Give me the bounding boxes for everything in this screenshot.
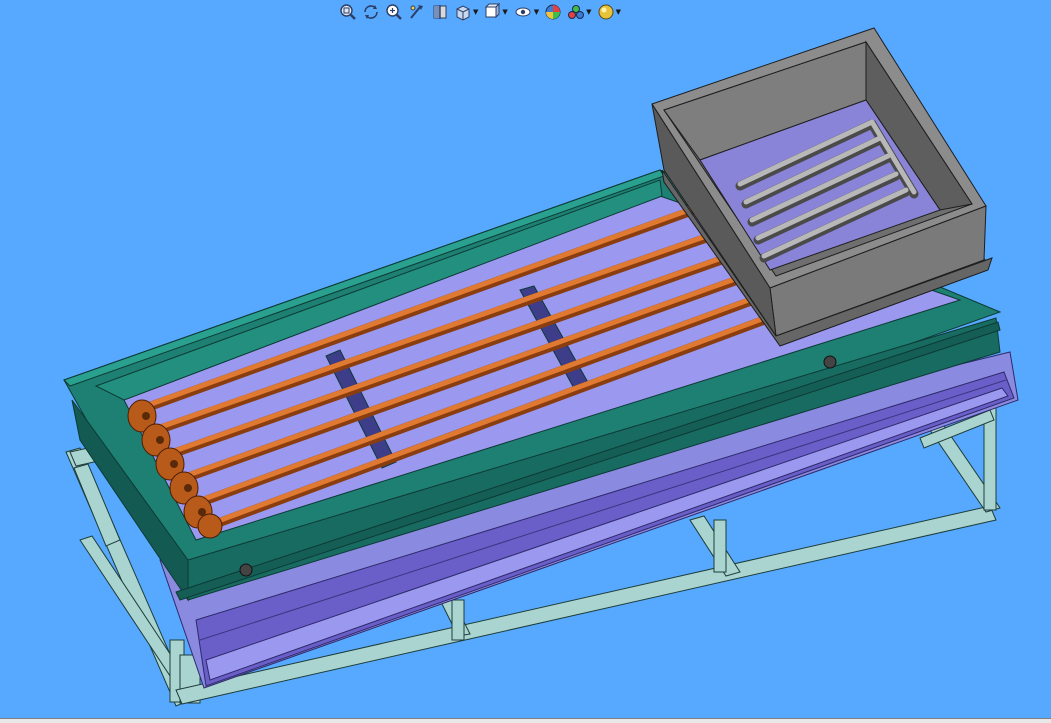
- zoom-to-area-button[interactable]: [384, 1, 404, 23]
- hide-show-items-icon: [515, 7, 531, 17]
- edit-appearance-icon: [545, 4, 561, 20]
- model-view[interactable]: [0, 0, 1051, 718]
- previous-view-icon: [410, 5, 423, 19]
- section-view-icon: [433, 5, 447, 19]
- chevron-down-icon: ▼: [473, 7, 479, 16]
- zoom-to-fit-button[interactable]: [338, 1, 358, 23]
- rotate-view-button[interactable]: [361, 1, 381, 23]
- display-style-icon: [485, 3, 501, 19]
- view-settings-icon: [598, 4, 614, 20]
- apply-scene-button[interactable]: ▼: [566, 1, 592, 23]
- previous-view-button[interactable]: [407, 1, 427, 23]
- zoom-to-area-icon: [386, 4, 402, 20]
- view-settings-button[interactable]: ▼: [596, 1, 622, 23]
- graphics-viewport[interactable]: ▼ ▼ ▼ ▼ ▼: [0, 0, 1051, 718]
- rotate-view-icon: [364, 5, 378, 19]
- display-style-button[interactable]: ▼: [482, 1, 508, 23]
- chevron-down-icon: ▼: [586, 7, 592, 16]
- chevron-down-icon: ▼: [533, 7, 540, 16]
- view-orientation-icon: [456, 5, 470, 21]
- heads-up-view-toolbar: ▼ ▼ ▼ ▼ ▼: [338, 0, 622, 24]
- view-orientation-button[interactable]: ▼: [453, 1, 479, 23]
- apply-scene-icon: [568, 5, 585, 19]
- edit-appearance-button[interactable]: [543, 1, 563, 23]
- hide-show-items-button[interactable]: ▼: [512, 1, 540, 23]
- chevron-down-icon: ▼: [615, 7, 621, 16]
- chevron-down-icon: ▼: [502, 7, 508, 16]
- zoom-to-fit-icon: [340, 4, 356, 20]
- status-bar-edge: [0, 718, 1051, 723]
- section-view-button[interactable]: [430, 1, 450, 23]
